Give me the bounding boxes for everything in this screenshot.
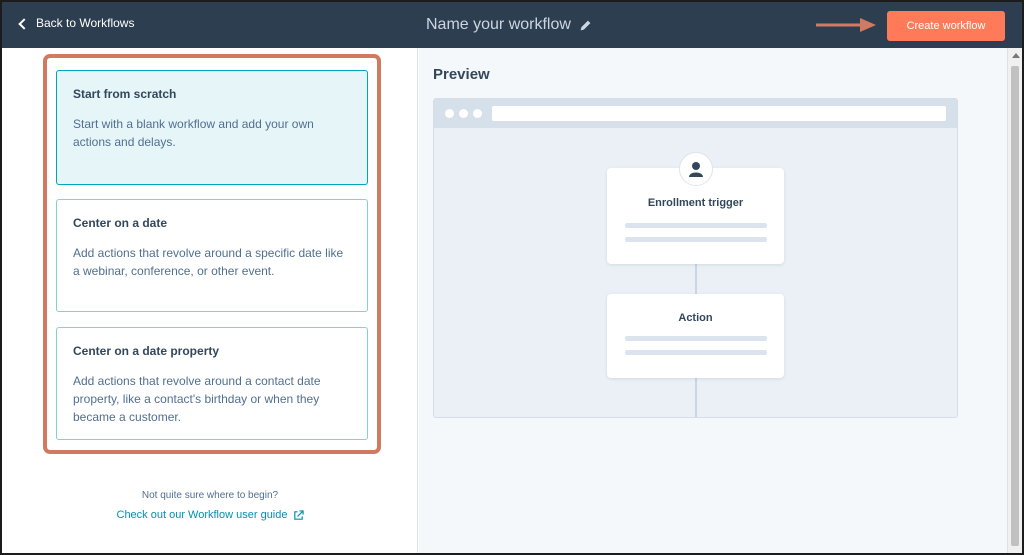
- action-label: Action: [678, 312, 713, 324]
- external-link-icon: [293, 509, 304, 520]
- option-start-from-scratch[interactable]: Start from scratch Start with a blank wo…: [56, 70, 368, 185]
- placeholder-line: [625, 237, 767, 242]
- trigger-label: Enrollment trigger: [647, 197, 744, 209]
- option-description: Add actions that revolve around a contac…: [73, 374, 321, 424]
- placeholder-line: [625, 336, 767, 341]
- workflow-name-text: Name your workflow: [426, 16, 571, 33]
- workflow-name-title[interactable]: Name your workflow: [426, 16, 592, 34]
- back-label: Back to Workflows: [36, 16, 135, 30]
- scroll-up-arrow-icon[interactable]: [1012, 53, 1020, 58]
- user-guide-link[interactable]: Check out our Workflow user guide: [2, 509, 418, 521]
- window-dot: [473, 109, 482, 118]
- window-dot: [445, 109, 454, 118]
- option-title: Start from scratch: [73, 87, 177, 101]
- option-title: Center on a date: [73, 216, 168, 230]
- option-center-on-date[interactable]: Center on a date Add actions that revolv…: [56, 199, 368, 312]
- option-description: Start with a blank workflow and add your…: [73, 117, 314, 149]
- workflow-create-screen: Back to Workflows Name your workflow Cre…: [0, 0, 1024, 555]
- option-center-on-date-property[interactable]: Center on a date property Add actions th…: [56, 327, 368, 440]
- placeholder-line: [625, 350, 767, 355]
- help-question: Not quite sure where to begin?: [141, 490, 279, 501]
- option-title: Center on a date property: [73, 344, 220, 358]
- create-workflow-button[interactable]: Create workflow: [887, 11, 1005, 41]
- window-dot: [459, 109, 468, 118]
- vertical-scrollbar[interactable]: [1007, 48, 1022, 553]
- preview-panel: Preview Enrollment trigger Action: [419, 48, 1007, 553]
- pencil-icon[interactable]: [579, 19, 592, 32]
- back-to-workflows-link[interactable]: Back to Workflows: [18, 16, 135, 30]
- browser-toolbar: [434, 99, 957, 128]
- user-guide-link-text: Check out our Workflow user guide: [116, 509, 288, 521]
- action-card: Action: [607, 294, 784, 378]
- preview-browser-mock: Enrollment trigger Action: [433, 98, 958, 418]
- scroll-thumb[interactable]: [1011, 66, 1019, 546]
- user-icon: [679, 152, 713, 186]
- placeholder-line: [625, 223, 767, 228]
- url-bar: [492, 106, 946, 121]
- option-description: Add actions that revolve around a specif…: [73, 246, 344, 278]
- arrow-right-icon: [816, 18, 876, 32]
- top-bar: Back to Workflows Name your workflow Cre…: [2, 2, 1022, 48]
- template-options-panel: Start from scratch Start with a blank wo…: [2, 48, 418, 553]
- preview-title: Preview: [433, 66, 490, 83]
- chevron-left-icon: [18, 17, 30, 30]
